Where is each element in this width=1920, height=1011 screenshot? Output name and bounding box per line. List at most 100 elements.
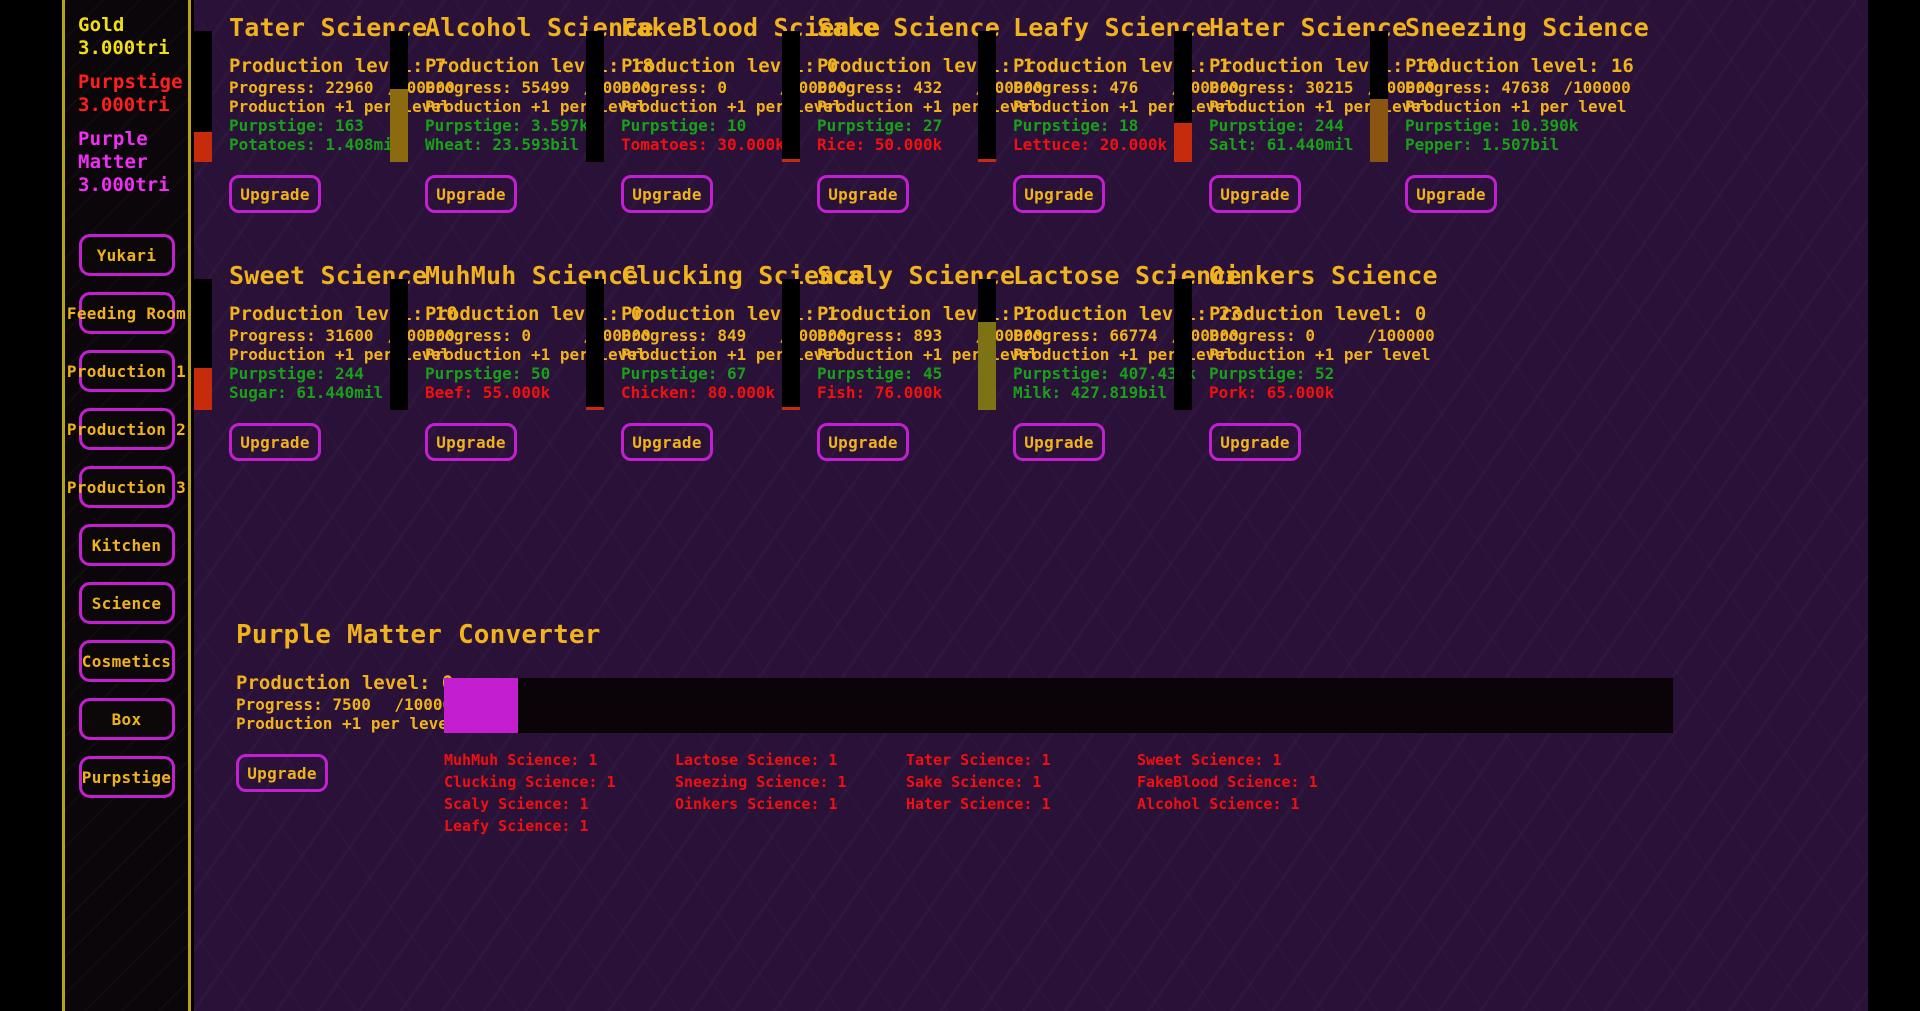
science-progress-bar-fill <box>194 131 212 162</box>
requirement-item: Hater Science: 1 <box>906 795 1051 813</box>
requirement-item: Sweet Science: 1 <box>1137 751 1282 769</box>
science-production-level: Production level: 16 <box>1405 55 1634 77</box>
science-card: Sneezing Science Production level: 16 Prog… <box>1370 14 1649 213</box>
science-progress-bar <box>390 279 408 410</box>
converter-title: Purple Matter Converter <box>236 620 601 650</box>
converter-progress-meter <box>444 678 1673 733</box>
requirement-item: Lactose Science: 1 <box>675 751 838 769</box>
science-card: Oinkers Science Production level: 0 Progre… <box>1174 262 1438 461</box>
science-panel: Tater Science Production level: 7 Progress… <box>194 0 1920 1011</box>
science-upgrade-button[interactable]: Upgrade <box>1209 423 1301 461</box>
science-progress-bar <box>1174 279 1192 410</box>
sidebar-item-production-1[interactable]: Production 1 <box>67 350 186 392</box>
science-progress-bar-fill <box>194 368 212 410</box>
converter-requirements: MuhMuh Science: 1 Clucking Science: 1 Scal… <box>444 749 1876 837</box>
science-progress: Progress: 0/100000 <box>1209 326 1435 345</box>
requirement-item: Alcohol Science: 1 <box>1137 795 1300 813</box>
resource-value: 3.000tri <box>78 37 170 59</box>
science-upgrade-button[interactable]: Upgrade <box>817 423 909 461</box>
resource-name: Purple Matter <box>78 128 148 173</box>
science-card-body: Sneezing Science Production level: 16 Prog… <box>1405 14 1649 213</box>
requirement-item: Scaly Science: 1 <box>444 795 589 813</box>
science-upgrade-button[interactable]: Upgrade <box>1013 423 1105 461</box>
requirement-column: MuhMuh Science: 1 Clucking Science: 1 Scal… <box>444 749 675 837</box>
science-progress-bar <box>782 279 800 410</box>
science-progress-bar-fill <box>1174 122 1192 162</box>
converter-per-level: Production +1 per level <box>236 714 458 733</box>
resource-panel: Gold 3.000tri Purpstige 3.000tri Purple Matt… <box>65 0 188 196</box>
science-progress-bar-fill <box>978 322 996 410</box>
resource-gold: Gold 3.000tri <box>65 0 188 59</box>
converter-stats: Production level: 0 Progress: 7500/10000… <box>236 672 462 792</box>
sidebar-item-feeding-room[interactable]: Feeding Room <box>67 292 186 334</box>
resource-name: Gold <box>78 14 125 36</box>
science-upgrade-button[interactable]: Upgrade <box>1013 175 1105 213</box>
science-card-title: Sneezing Science <box>1405 13 1650 42</box>
converter-level: Production level: 0 <box>236 672 454 694</box>
requirement-item: Clucking Science: 1 <box>444 773 616 791</box>
purple-matter-converter: Purple Matter Converter Production level… <box>236 620 1876 837</box>
converter-progress: Progress: 7500/100000 <box>236 695 462 714</box>
sidebar-item-kitchen[interactable]: Kitchen <box>78 524 175 566</box>
requirement-item: Sneezing Science: 1 <box>675 773 847 791</box>
sidebar: Gold 3.000tri Purpstige 3.000tri Purple Matt… <box>62 0 191 1011</box>
science-purpstige-cost: Purpstige: 10.390k <box>1405 116 1579 135</box>
sidebar-item-cosmetics[interactable]: Cosmetics <box>78 640 175 682</box>
science-progress-bar <box>978 279 996 410</box>
science-progress-bar-fill <box>390 88 408 162</box>
requirement-item: Oinkers Science: 1 <box>675 795 838 813</box>
science-purpstige-cost: Purpstige: 52 <box>1209 364 1335 383</box>
science-progress-bar <box>1370 31 1388 162</box>
sidebar-item-science[interactable]: Science <box>78 582 175 624</box>
resource-name: Purpstige <box>78 71 183 93</box>
science-progress-bar <box>194 279 212 410</box>
science-upgrade-button[interactable]: Upgrade <box>817 175 909 213</box>
resource-purple-matter: Purple Matter 3.000tri <box>65 128 188 196</box>
science-progress-bar <box>194 31 212 162</box>
science-progress-bar-fill <box>1370 99 1388 162</box>
science-progress-bar <box>782 31 800 162</box>
science-resource-cost: Pepper: 1.507bil <box>1405 135 1560 154</box>
science-progress-bar-fill <box>782 407 800 410</box>
requirement-column: Sweet Science: 1 FakeBlood Science: 1 Alco… <box>1137 749 1368 837</box>
science-upgrade-button[interactable]: Upgrade <box>621 423 713 461</box>
science-upgrade-button[interactable]: Upgrade <box>1405 175 1497 213</box>
resource-value: 3.000tri <box>78 94 170 116</box>
science-upgrade-button[interactable]: Upgrade <box>425 423 517 461</box>
science-progress-bar <box>390 31 408 162</box>
science-upgrade-button[interactable]: Upgrade <box>229 175 321 213</box>
resource-value: 3.000tri <box>78 174 170 196</box>
converter-upgrade-button[interactable]: Upgrade <box>236 754 328 792</box>
requirement-item: Sake Science: 1 <box>906 773 1042 791</box>
right-gutter <box>1868 0 1920 1011</box>
science-progress-bar <box>586 279 604 410</box>
science-upgrade-button[interactable]: Upgrade <box>621 175 713 213</box>
requirement-item: Tater Science: 1 <box>906 751 1051 769</box>
science-progress: Progress: 47638/100000 <box>1405 78 1631 97</box>
sidebar-item-production-3[interactable]: Production 3 <box>67 466 186 508</box>
science-progress-bar-fill <box>978 159 996 162</box>
science-card-body: Oinkers Science Production level: 0 Progre… <box>1209 262 1438 461</box>
sidebar-item-purpstige[interactable]: Purpstige <box>78 756 175 798</box>
sidebar-item-box[interactable]: Box <box>78 698 175 740</box>
resource-purpstige: Purpstige 3.000tri <box>65 71 188 116</box>
requirement-column: Tater Science: 1 Sake Science: 1 Hater Sci… <box>906 749 1137 837</box>
science-upgrade-button[interactable]: Upgrade <box>1209 175 1301 213</box>
game-window: Gold 3.000tri Purpstige 3.000tri Purple Matt… <box>0 0 1920 1011</box>
sidebar-item-yukari[interactable]: Yukari <box>78 234 175 276</box>
sidebar-item-production-2[interactable]: Production 2 <box>67 408 186 450</box>
converter-progress-meter-fill <box>444 678 518 733</box>
science-card-title: Oinkers Science <box>1209 261 1438 290</box>
science-progress-bar <box>978 31 996 162</box>
science-upgrade-button[interactable]: Upgrade <box>425 175 517 213</box>
science-upgrade-button[interactable]: Upgrade <box>229 423 321 461</box>
requirement-item: Leafy Science: 1 <box>444 817 589 835</box>
science-resource-cost: Pork: 65.000k <box>1209 383 1335 402</box>
requirement-item: FakeBlood Science: 1 <box>1137 773 1318 791</box>
science-progress-bar <box>1174 31 1192 162</box>
sidebar-nav: Yukari Feeding Room Production 1 Production… <box>65 234 188 798</box>
science-per-level: Production +1 per level <box>1405 97 1627 116</box>
requirement-column: Lactose Science: 1 Sneezing Science: 1 Oin… <box>675 749 906 837</box>
science-progress-bar-fill <box>782 159 800 162</box>
science-progress-bar-fill <box>586 407 604 410</box>
